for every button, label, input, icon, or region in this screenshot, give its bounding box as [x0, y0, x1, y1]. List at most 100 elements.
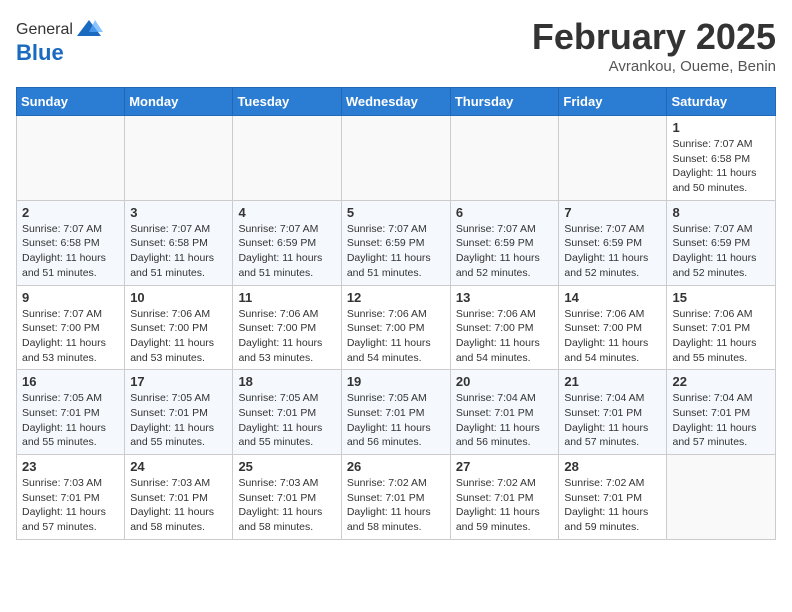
- day-info: Sunrise: 7:07 AM Sunset: 6:59 PM Dayligh…: [238, 222, 335, 281]
- day-info: Sunrise: 7:07 AM Sunset: 6:59 PM Dayligh…: [672, 222, 770, 281]
- calendar-week-row: 9 Sunrise: 7:07 AM Sunset: 7:00 PM Daylig…: [17, 285, 776, 370]
- day-info: Sunrise: 7:07 AM Sunset: 6:59 PM Dayligh…: [456, 222, 554, 281]
- weekday-header-monday: Monday: [125, 88, 233, 116]
- calendar-day-cell: 18 Sunrise: 7:05 AM Sunset: 7:01 PM Dayli…: [233, 370, 341, 455]
- calendar-week-row: 16 Sunrise: 7:05 AM Sunset: 7:01 PM Dayli…: [17, 370, 776, 455]
- calendar-day-cell: 9 Sunrise: 7:07 AM Sunset: 7:00 PM Daylig…: [17, 285, 125, 370]
- day-info: Sunrise: 7:04 AM Sunset: 7:01 PM Dayligh…: [672, 391, 770, 450]
- day-number: 3: [130, 205, 227, 220]
- day-number: 24: [130, 459, 227, 474]
- calendar-day-cell: [341, 116, 450, 201]
- day-info: Sunrise: 7:06 AM Sunset: 7:00 PM Dayligh…: [130, 307, 227, 366]
- day-info: Sunrise: 7:05 AM Sunset: 7:01 PM Dayligh…: [130, 391, 227, 450]
- day-number: 23: [22, 459, 119, 474]
- calendar-day-cell: [233, 116, 341, 201]
- calendar-day-cell: 8 Sunrise: 7:07 AM Sunset: 6:59 PM Daylig…: [667, 200, 776, 285]
- day-info: Sunrise: 7:02 AM Sunset: 7:01 PM Dayligh…: [347, 476, 445, 535]
- day-number: 15: [672, 290, 770, 305]
- calendar-location: Avrankou, Oueme, Benin: [532, 58, 776, 75]
- day-number: 25: [238, 459, 335, 474]
- day-number: 8: [672, 205, 770, 220]
- calendar-table: SundayMondayTuesdayWednesdayThursdayFrid…: [16, 87, 776, 540]
- day-info: Sunrise: 7:07 AM Sunset: 7:00 PM Dayligh…: [22, 307, 119, 366]
- calendar-day-cell: 17 Sunrise: 7:05 AM Sunset: 7:01 PM Dayli…: [125, 370, 233, 455]
- calendar-day-cell: 19 Sunrise: 7:05 AM Sunset: 7:01 PM Dayli…: [341, 370, 450, 455]
- weekday-header-saturday: Saturday: [667, 88, 776, 116]
- day-number: 16: [22, 374, 119, 389]
- logo-icon: [75, 16, 103, 44]
- title-block: February 2025 Avrankou, Oueme, Benin: [532, 16, 776, 75]
- calendar-day-cell: 27Sunrise: 7:02 AM Sunset: 7:01 PM Dayli…: [450, 455, 559, 540]
- calendar-day-cell: 7 Sunrise: 7:07 AM Sunset: 6:59 PM Daylig…: [559, 200, 667, 285]
- day-info: Sunrise: 7:03 AM Sunset: 7:01 PM Dayligh…: [238, 476, 335, 535]
- calendar-week-row: 2Sunrise: 7:07 AM Sunset: 6:58 PM Daylig…: [17, 200, 776, 285]
- calendar-day-cell: 22Sunrise: 7:04 AM Sunset: 7:01 PM Dayli…: [667, 370, 776, 455]
- day-number: 14: [564, 290, 661, 305]
- day-info: Sunrise: 7:05 AM Sunset: 7:01 PM Dayligh…: [22, 391, 119, 450]
- day-number: 27: [456, 459, 554, 474]
- calendar-day-cell: 25 Sunrise: 7:03 AM Sunset: 7:01 PM Dayli…: [233, 455, 341, 540]
- day-number: 21: [564, 374, 661, 389]
- calendar-day-cell: [125, 116, 233, 201]
- day-info: Sunrise: 7:05 AM Sunset: 7:01 PM Dayligh…: [238, 391, 335, 450]
- calendar-day-cell: 24 Sunrise: 7:03 AM Sunset: 7:01 PM Dayli…: [125, 455, 233, 540]
- day-info: Sunrise: 7:03 AM Sunset: 7:01 PM Dayligh…: [22, 476, 119, 535]
- weekday-header-tuesday: Tuesday: [233, 88, 341, 116]
- day-number: 7: [564, 205, 661, 220]
- day-number: 6: [456, 205, 554, 220]
- day-info: Sunrise: 7:05 AM Sunset: 7:01 PM Dayligh…: [347, 391, 445, 450]
- calendar-day-cell: 26 Sunrise: 7:02 AM Sunset: 7:01 PM Dayli…: [341, 455, 450, 540]
- day-number: 19: [347, 374, 445, 389]
- calendar-day-cell: 2Sunrise: 7:07 AM Sunset: 6:58 PM Daylig…: [17, 200, 125, 285]
- calendar-day-cell: 3 Sunrise: 7:07 AM Sunset: 6:58 PM Daylig…: [125, 200, 233, 285]
- day-info: Sunrise: 7:06 AM Sunset: 7:00 PM Dayligh…: [347, 307, 445, 366]
- day-info: Sunrise: 7:07 AM Sunset: 6:58 PM Dayligh…: [130, 222, 227, 281]
- day-number: 20: [456, 374, 554, 389]
- calendar-day-cell: 23 Sunrise: 7:03 AM Sunset: 7:01 PM Dayli…: [17, 455, 125, 540]
- day-number: 13: [456, 290, 554, 305]
- calendar-day-cell: 10 Sunrise: 7:06 AM Sunset: 7:00 PM Dayli…: [125, 285, 233, 370]
- day-info: Sunrise: 7:02 AM Sunset: 7:01 PM Dayligh…: [564, 476, 661, 535]
- calendar-header-row: SundayMondayTuesdayWednesdayThursdayFrid…: [17, 88, 776, 116]
- calendar-day-cell: [17, 116, 125, 201]
- day-info: Sunrise: 7:04 AM Sunset: 7:01 PM Dayligh…: [456, 391, 554, 450]
- day-number: 17: [130, 374, 227, 389]
- day-number: 4: [238, 205, 335, 220]
- day-number: 28: [564, 459, 661, 474]
- calendar-day-cell: 16 Sunrise: 7:05 AM Sunset: 7:01 PM Dayli…: [17, 370, 125, 455]
- calendar-day-cell: [559, 116, 667, 201]
- weekday-header-friday: Friday: [559, 88, 667, 116]
- calendar-title: February 2025: [532, 16, 776, 58]
- weekday-header-sunday: Sunday: [17, 88, 125, 116]
- calendar-day-cell: [667, 455, 776, 540]
- day-info: Sunrise: 7:06 AM Sunset: 7:00 PM Dayligh…: [564, 307, 661, 366]
- calendar-week-row: 1 Sunrise: 7:07 AM Sunset: 6:58 PM Daylig…: [17, 116, 776, 201]
- calendar-day-cell: 20 Sunrise: 7:04 AM Sunset: 7:01 PM Dayli…: [450, 370, 559, 455]
- calendar-day-cell: 5Sunrise: 7:07 AM Sunset: 6:59 PM Daylig…: [341, 200, 450, 285]
- calendar-day-cell: [450, 116, 559, 201]
- logo: General Blue: [16, 16, 103, 66]
- day-info: Sunrise: 7:07 AM Sunset: 6:59 PM Dayligh…: [564, 222, 661, 281]
- calendar-day-cell: 15 Sunrise: 7:06 AM Sunset: 7:01 PM Dayli…: [667, 285, 776, 370]
- calendar-day-cell: 1 Sunrise: 7:07 AM Sunset: 6:58 PM Daylig…: [667, 116, 776, 201]
- day-number: 11: [238, 290, 335, 305]
- calendar-day-cell: 13Sunrise: 7:06 AM Sunset: 7:00 PM Dayli…: [450, 285, 559, 370]
- day-number: 12: [347, 290, 445, 305]
- page-header: General Blue February 2025 Avrankou, Oue…: [16, 16, 776, 75]
- day-info: Sunrise: 7:06 AM Sunset: 7:01 PM Dayligh…: [672, 307, 770, 366]
- day-number: 5: [347, 205, 445, 220]
- day-number: 9: [22, 290, 119, 305]
- calendar-day-cell: 6 Sunrise: 7:07 AM Sunset: 6:59 PM Daylig…: [450, 200, 559, 285]
- weekday-header-thursday: Thursday: [450, 88, 559, 116]
- day-number: 1: [672, 120, 770, 135]
- weekday-header-wednesday: Wednesday: [341, 88, 450, 116]
- day-info: Sunrise: 7:03 AM Sunset: 7:01 PM Dayligh…: [130, 476, 227, 535]
- day-number: 26: [347, 459, 445, 474]
- calendar-day-cell: 11Sunrise: 7:06 AM Sunset: 7:00 PM Dayli…: [233, 285, 341, 370]
- day-number: 18: [238, 374, 335, 389]
- day-info: Sunrise: 7:07 AM Sunset: 6:58 PM Dayligh…: [22, 222, 119, 281]
- day-info: Sunrise: 7:07 AM Sunset: 6:58 PM Dayligh…: [672, 137, 770, 196]
- calendar-week-row: 23 Sunrise: 7:03 AM Sunset: 7:01 PM Dayli…: [17, 455, 776, 540]
- calendar-day-cell: 12 Sunrise: 7:06 AM Sunset: 7:00 PM Dayli…: [341, 285, 450, 370]
- day-number: 10: [130, 290, 227, 305]
